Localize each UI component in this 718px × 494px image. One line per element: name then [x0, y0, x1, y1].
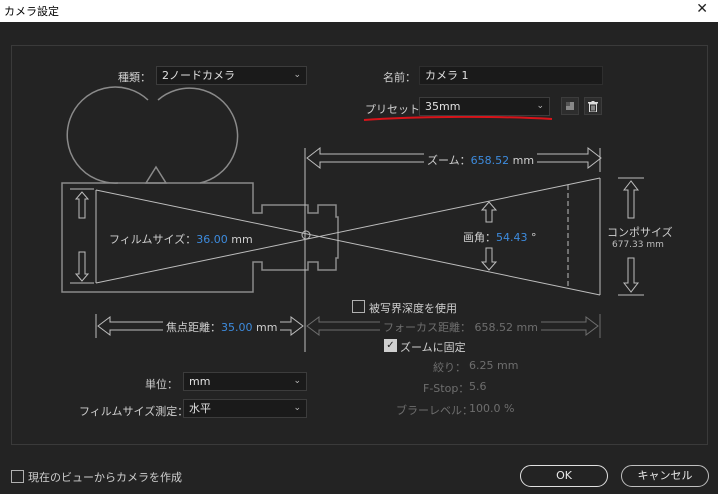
- type-label: 種類：: [118, 71, 151, 84]
- zoom-readout: ズーム：658.52 mm: [424, 152, 538, 168]
- focus-distance-value: 658.52 mm: [474, 321, 538, 334]
- delete-preset-button[interactable]: [584, 97, 602, 115]
- angle-up-arrow-icon: [480, 201, 498, 223]
- checkmark-icon: ✓: [386, 340, 395, 351]
- units-label: 単位：: [145, 378, 178, 391]
- film-size-label: フィルムサイズ：: [109, 233, 197, 246]
- film-size-unit: mm: [231, 233, 253, 246]
- comp-down-arrow-icon: [622, 257, 640, 293]
- angle-label: 画角：: [463, 231, 496, 244]
- blur-level-value: 100.0 %: [469, 402, 515, 415]
- angle-value[interactable]: 54.43: [496, 231, 528, 244]
- preset-select[interactable]: 35mm ⌄: [419, 97, 550, 116]
- chevron-down-icon: ⌄: [293, 403, 301, 413]
- angle-readout: 画角：54.43 °: [463, 229, 537, 245]
- name-label: 名前：: [383, 71, 416, 84]
- focus-distance-label: フォーカス距離：: [383, 321, 471, 334]
- measure-film-label: フィルムサイズ測定：: [79, 405, 189, 418]
- save-preset-button[interactable]: [561, 97, 579, 115]
- name-input[interactable]: カメラ 1: [419, 66, 603, 85]
- ok-button[interactable]: OK: [520, 465, 608, 487]
- zoom-value[interactable]: 658.52: [471, 154, 510, 167]
- preset-select-value: 35mm: [425, 100, 461, 113]
- save-preset-icon: [566, 102, 574, 110]
- camera-diagram: [61, 86, 644, 352]
- angle-down-arrow-icon: [480, 247, 498, 271]
- measure-film-select[interactable]: 水平 ⌄: [183, 399, 307, 418]
- camera-triangle: [144, 165, 168, 184]
- film-size-readout: フィルムサイズ：36.00 mm: [107, 231, 255, 247]
- chevron-down-icon: ⌄: [293, 376, 301, 386]
- measure-film-select-value: 水平: [189, 402, 211, 415]
- aperture-value: 6.25 mm: [469, 359, 519, 372]
- chevron-down-icon: ⌄: [536, 101, 544, 111]
- zoom-label: ズーム：: [427, 154, 471, 167]
- camera-reel-left: [66, 86, 149, 184]
- focus-distance-readout: フォーカス距離： 658.52 mm: [380, 319, 541, 335]
- units-select-value: mm: [189, 375, 211, 388]
- zoom-unit: mm: [512, 154, 535, 167]
- comp-size-label: コンポサイズ: [607, 226, 673, 239]
- comp-up-arrow-icon: [622, 180, 640, 219]
- lock-zoom-label: ズームに固定: [400, 341, 466, 354]
- focal-length-value[interactable]: 35.00: [221, 321, 253, 334]
- focal-length-readout: 焦点距離：35.00 mm: [163, 319, 281, 335]
- lock-zoom-checkbox[interactable]: ✓: [384, 339, 397, 352]
- dof-checkbox[interactable]: [352, 300, 365, 313]
- angle-unit: °: [531, 231, 537, 244]
- red-annotation-line: [363, 115, 553, 121]
- create-from-view-label: 現在のビューからカメラを作成: [28, 471, 182, 484]
- film-size-value[interactable]: 36.00: [196, 233, 228, 246]
- dof-label: 被写界深度を使用: [369, 302, 457, 315]
- aperture-label: 絞り：: [433, 361, 466, 374]
- type-select[interactable]: 2ノードカメラ ⌄: [156, 66, 307, 85]
- film-down-arrow-icon: [74, 251, 90, 282]
- trash-icon: [588, 100, 598, 112]
- cancel-button[interactable]: キャンセル: [621, 465, 709, 487]
- units-select[interactable]: mm ⌄: [183, 372, 307, 391]
- focal-length-label: 焦点距離：: [166, 321, 221, 334]
- fstop-label: F-Stop：: [423, 382, 470, 395]
- comp-size-value: 677.33 mm: [612, 240, 664, 250]
- film-up-arrow-icon: [74, 191, 90, 219]
- create-from-view-checkbox[interactable]: [11, 470, 24, 483]
- camera-reel-right: [157, 87, 239, 184]
- type-select-value: 2ノードカメラ: [162, 69, 235, 82]
- blur-level-label: ブラーレベル：: [396, 404, 473, 417]
- chevron-down-icon: ⌄: [293, 70, 301, 80]
- fstop-value: 5.6: [469, 380, 487, 393]
- focal-length-unit: mm: [256, 321, 278, 334]
